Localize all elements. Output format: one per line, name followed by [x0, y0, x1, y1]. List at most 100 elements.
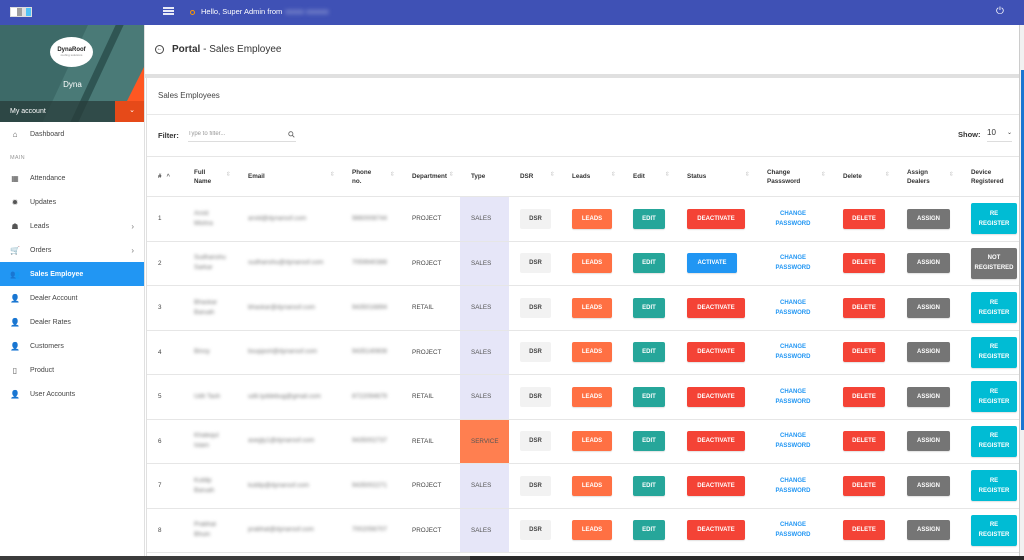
- sidebar-item-customers[interactable]: 👤 Customers: [0, 334, 144, 358]
- assign-button[interactable]: ASSIGN: [907, 297, 950, 318]
- change-password-link[interactable]: CHANGE PASSWORD: [767, 520, 819, 540]
- edit-button[interactable]: EDIT: [633, 297, 665, 318]
- dsr-button[interactable]: DSR: [520, 253, 551, 274]
- sort-icon[interactable]: ⇳: [449, 171, 454, 180]
- change-password-link[interactable]: CHANGE PASSWORD: [767, 431, 819, 451]
- sidebar-item-dashboard[interactable]: ⌂ Dashboard: [0, 122, 144, 146]
- power-icon[interactable]: ⏻: [994, 6, 1006, 18]
- deactivate-button[interactable]: DEACTIVATE: [687, 297, 745, 318]
- change-password-link[interactable]: CHANGE PASSWORD: [767, 342, 819, 362]
- leads-button[interactable]: LEADS: [572, 342, 612, 363]
- deactivate-button[interactable]: DEACTIVATE: [687, 386, 745, 407]
- sort-icon[interactable]: ⇳: [885, 171, 890, 180]
- column-header-delete[interactable]: Delete ⇳: [832, 156, 896, 197]
- horizontal-scrollbar[interactable]: [0, 556, 1024, 560]
- not-registered-button[interactable]: NOT REGISTERED: [971, 247, 1017, 279]
- sort-icon[interactable]: ⇳: [226, 171, 231, 180]
- edit-button[interactable]: EDIT: [633, 520, 665, 541]
- column-header-email[interactable]: Email ⇳: [237, 156, 341, 197]
- sort-icon[interactable]: ⇳: [821, 171, 826, 180]
- column-header-edit[interactable]: Edit ⇳: [622, 156, 676, 197]
- dsr-button[interactable]: DSR: [520, 297, 551, 318]
- edit-button[interactable]: EDIT: [633, 253, 665, 274]
- leads-button[interactable]: LEADS: [572, 208, 612, 229]
- assign-button[interactable]: ASSIGN: [907, 253, 950, 274]
- activate-button[interactable]: ACTIVATE: [687, 253, 737, 274]
- deactivate-button[interactable]: DEACTIVATE: [687, 208, 745, 229]
- sort-icon[interactable]: ⇳: [330, 171, 335, 180]
- deactivate-button[interactable]: DEACTIVATE: [687, 475, 745, 496]
- column-header-[interactable]: # ^: [147, 156, 183, 197]
- delete-button[interactable]: DELETE: [843, 520, 885, 541]
- column-header-change-passsword[interactable]: Change Passsword ⇳: [756, 156, 832, 197]
- sidebar-item-orders[interactable]: 🛒 Orders ›: [0, 238, 144, 262]
- column-header-device-registered[interactable]: Device Registered: [960, 156, 1021, 197]
- vertical-scrollbar[interactable]: [1019, 25, 1024, 556]
- change-password-link[interactable]: CHANGE PASSWORD: [767, 476, 819, 496]
- dsr-button[interactable]: DSR: [520, 386, 551, 407]
- delete-button[interactable]: DELETE: [843, 475, 885, 496]
- hamburger-menu-icon[interactable]: [163, 7, 174, 17]
- leads-button[interactable]: LEADS: [572, 253, 612, 274]
- sidebar-item-dealer-rates[interactable]: 👤 Dealer Rates: [0, 310, 144, 334]
- column-header-type[interactable]: Type: [460, 156, 509, 197]
- assign-button[interactable]: ASSIGN: [907, 208, 950, 229]
- leads-button[interactable]: LEADS: [572, 431, 612, 452]
- column-header-dsr[interactable]: DSR ⇳: [509, 156, 561, 197]
- sidebar-item-leads[interactable]: ☗ Leads ›: [0, 214, 144, 238]
- delete-button[interactable]: DELETE: [843, 431, 885, 452]
- leads-button[interactable]: LEADS: [572, 297, 612, 318]
- re-register-button[interactable]: RE REGISTER: [971, 381, 1017, 413]
- deactivate-button[interactable]: DEACTIVATE: [687, 520, 745, 541]
- re-register-button[interactable]: RE REGISTER: [971, 425, 1017, 457]
- leads-button[interactable]: LEADS: [572, 520, 612, 541]
- dsr-button[interactable]: DSR: [520, 431, 551, 452]
- sort-icon[interactable]: ⇳: [611, 171, 616, 180]
- column-header-leads[interactable]: Leads ⇳: [561, 156, 622, 197]
- sidebar-item-dealer-account[interactable]: 👤 Dealer Account: [0, 286, 144, 310]
- re-register-button[interactable]: RE REGISTER: [971, 470, 1017, 502]
- delete-button[interactable]: DELETE: [843, 208, 885, 229]
- sidebar-item-user-accounts[interactable]: 👤 User Accounts: [0, 382, 144, 406]
- filter-input[interactable]: [188, 127, 296, 142]
- dsr-button[interactable]: DSR: [520, 208, 551, 229]
- delete-button[interactable]: DELETE: [843, 386, 885, 407]
- re-register-button[interactable]: RE REGISTER: [971, 514, 1017, 546]
- delete-button[interactable]: DELETE: [843, 297, 885, 318]
- page-size-select[interactable]: 10 ⌄: [987, 128, 1012, 142]
- delete-button[interactable]: DELETE: [843, 342, 885, 363]
- column-header-assign-dealers[interactable]: Assign Dealers ⇳: [896, 156, 960, 197]
- assign-button[interactable]: ASSIGN: [907, 520, 950, 541]
- column-header-status[interactable]: Status ⇳: [676, 156, 756, 197]
- change-password-link[interactable]: CHANGE PASSWORD: [767, 253, 819, 273]
- sidebar-item-sales-employee[interactable]: 👥 Sales Employee: [0, 262, 144, 286]
- column-header-department[interactable]: Department ⇳: [401, 156, 460, 197]
- edit-button[interactable]: EDIT: [633, 208, 665, 229]
- sort-icon[interactable]: ⇳: [390, 171, 395, 180]
- leads-button[interactable]: LEADS: [572, 386, 612, 407]
- back-arrow-icon[interactable]: ←: [155, 45, 164, 54]
- edit-button[interactable]: EDIT: [633, 475, 665, 496]
- change-password-link[interactable]: CHANGE PASSWORD: [767, 209, 819, 229]
- delete-button[interactable]: DELETE: [843, 253, 885, 274]
- change-password-link[interactable]: CHANGE PASSWORD: [767, 298, 819, 318]
- re-register-button[interactable]: RE REGISTER: [971, 336, 1017, 368]
- dsr-button[interactable]: DSR: [520, 520, 551, 541]
- sort-icon[interactable]: ⇳: [949, 171, 954, 180]
- edit-button[interactable]: EDIT: [633, 431, 665, 452]
- sidebar-item-updates[interactable]: ✹ Updates: [0, 190, 144, 214]
- sort-ascending-icon[interactable]: ^: [167, 174, 171, 180]
- re-register-button[interactable]: RE REGISTER: [971, 203, 1017, 235]
- change-password-link[interactable]: CHANGE PASSWORD: [767, 387, 819, 407]
- sort-icon[interactable]: ⇳: [745, 171, 750, 180]
- assign-button[interactable]: ASSIGN: [907, 431, 950, 452]
- edit-button[interactable]: EDIT: [633, 342, 665, 363]
- sidebar-item-attendance[interactable]: ▦ Attendance: [0, 166, 144, 190]
- edit-button[interactable]: EDIT: [633, 386, 665, 407]
- deactivate-button[interactable]: DEACTIVATE: [687, 431, 745, 452]
- dsr-button[interactable]: DSR: [520, 475, 551, 496]
- assign-button[interactable]: ASSIGN: [907, 386, 950, 407]
- search-icon[interactable]: [288, 131, 295, 138]
- dsr-button[interactable]: DSR: [520, 342, 551, 363]
- sort-icon[interactable]: ⇳: [550, 171, 555, 180]
